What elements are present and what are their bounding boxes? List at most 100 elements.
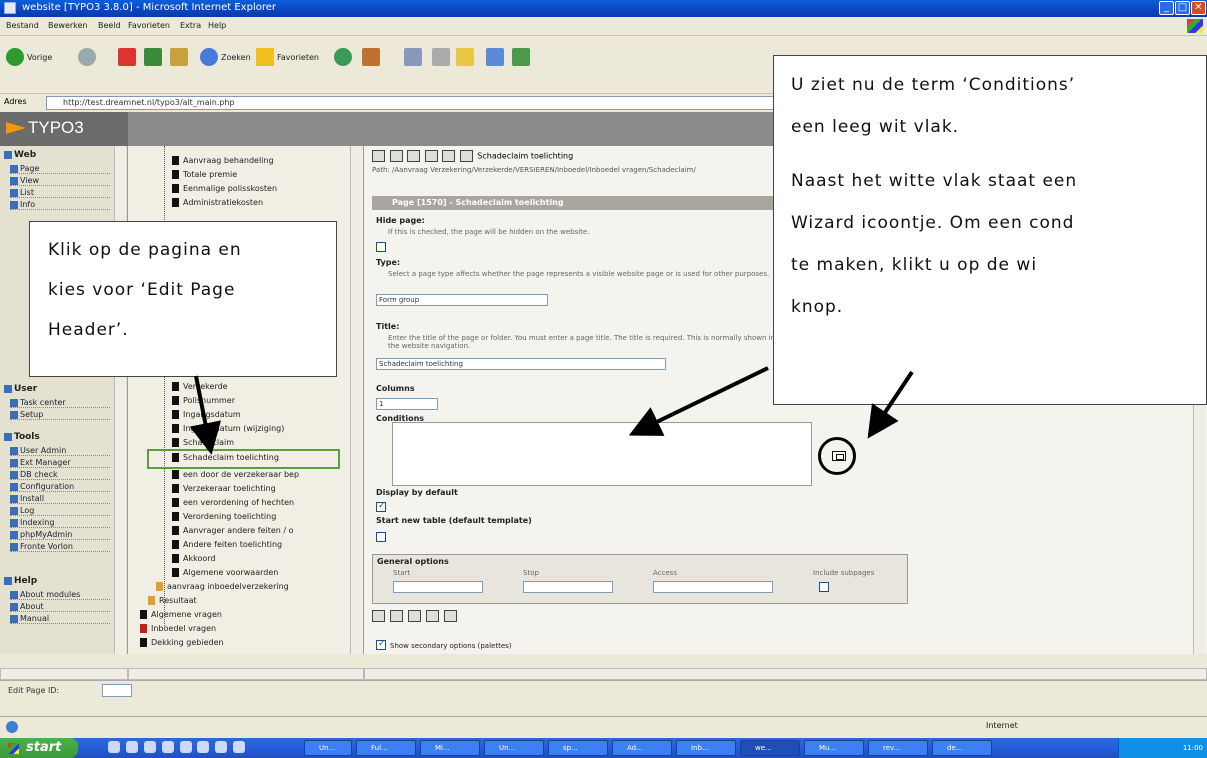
tree-item[interactable]: een door de verzekeraar bep bbox=[172, 470, 299, 479]
task-button[interactable]: sp... bbox=[548, 740, 608, 756]
home-button[interactable] bbox=[170, 46, 188, 68]
module-group-help[interactable]: Help bbox=[4, 576, 37, 586]
task-button[interactable]: Un... bbox=[484, 740, 544, 756]
tree-item[interactable]: Akkoord bbox=[172, 554, 215, 563]
module-fronte[interactable]: Fronte Vorlon bbox=[10, 542, 110, 552]
module-about[interactable]: About bbox=[10, 602, 110, 612]
menu-view[interactable]: Beeld bbox=[98, 21, 121, 30]
columns-input[interactable]: 1 bbox=[376, 398, 438, 410]
explorer-launch-icon[interactable] bbox=[125, 741, 138, 753]
secondary-options-checkbox[interactable] bbox=[376, 639, 386, 650]
page-tree-scrollbar[interactable] bbox=[350, 146, 362, 654]
stop-button[interactable] bbox=[118, 46, 136, 68]
save-view-bottom-icon[interactable] bbox=[389, 610, 403, 622]
close-bottom-icon[interactable] bbox=[425, 610, 439, 622]
tree-item[interactable]: aanvraag inboedelverzekering bbox=[156, 582, 289, 591]
undo-icon[interactable] bbox=[442, 150, 456, 162]
module-log[interactable]: Log bbox=[10, 506, 110, 516]
ie-launch-icon[interactable] bbox=[108, 741, 120, 753]
page-id-input[interactable] bbox=[102, 684, 132, 697]
tree-item[interactable]: Totale premie bbox=[172, 170, 237, 179]
tree-item[interactable]: Schadeclaim bbox=[172, 438, 234, 447]
save-doc-icon[interactable] bbox=[372, 150, 385, 162]
access-select[interactable] bbox=[653, 581, 773, 593]
menu-edit[interactable]: Bewerken bbox=[48, 21, 88, 30]
tree-item[interactable]: Administratiekosten bbox=[172, 198, 263, 207]
forward-button[interactable] bbox=[78, 46, 96, 68]
hide-page-checkbox[interactable] bbox=[376, 242, 386, 252]
tree-item[interactable]: Verzekeraar toelichting bbox=[172, 484, 276, 493]
module-ext-manager[interactable]: Ext Manager bbox=[10, 458, 110, 468]
module-setup[interactable]: Setup bbox=[10, 410, 110, 420]
task-button-active[interactable]: we... bbox=[740, 740, 800, 756]
maximize-button[interactable]: □ bbox=[1175, 1, 1190, 15]
conditions-textarea[interactable] bbox=[392, 422, 812, 486]
tree-item[interactable]: Andere feiten toelichting bbox=[172, 540, 282, 549]
wizard-icon[interactable] bbox=[832, 451, 846, 461]
mail-button[interactable] bbox=[362, 46, 380, 68]
messenger-button[interactable] bbox=[486, 46, 504, 68]
module-group-tools[interactable]: Tools bbox=[4, 432, 40, 442]
close-button[interactable]: ✕ bbox=[1191, 1, 1206, 15]
back-button[interactable]: Vorige bbox=[6, 46, 52, 68]
title-input[interactable]: Schadeclaim toelichting bbox=[376, 358, 666, 370]
refresh-button[interactable] bbox=[144, 46, 162, 68]
tree-item[interactable]: Ingangsdatum (wijziging) bbox=[172, 424, 284, 433]
save-close-icon[interactable] bbox=[407, 150, 421, 162]
tree-item[interactable]: Algemene voorwaarden bbox=[172, 568, 278, 577]
save-bottom-icon[interactable] bbox=[372, 610, 385, 622]
include-subpages-checkbox[interactable] bbox=[819, 582, 829, 592]
history-button[interactable] bbox=[334, 46, 352, 68]
tree-item[interactable]: Verordening toelichting bbox=[172, 512, 276, 521]
menu-help[interactable]: Help bbox=[208, 21, 226, 30]
module-info[interactable]: Info bbox=[10, 200, 110, 210]
type-select[interactable]: Form group bbox=[376, 294, 548, 306]
outlook-launch-icon[interactable] bbox=[143, 741, 156, 753]
desktop-launch-icon[interactable] bbox=[233, 741, 246, 753]
tree-item[interactable]: Ingangsdatum bbox=[172, 410, 241, 419]
menu-tools[interactable]: Extra bbox=[180, 21, 201, 30]
module-taskcenter[interactable]: Task center bbox=[10, 398, 110, 408]
tree-item[interactable]: Resultaat bbox=[148, 596, 197, 605]
print-button[interactable] bbox=[404, 46, 422, 68]
display-default-checkbox[interactable] bbox=[376, 501, 386, 512]
tree-item[interactable]: Inboedel vragen bbox=[140, 624, 216, 633]
module-configuration[interactable]: Configuration bbox=[10, 482, 110, 492]
address-input[interactable]: http://test.dreamnet.nl/typo3/alt_main.p… bbox=[46, 96, 806, 110]
module-group-web[interactable]: Web bbox=[4, 150, 36, 160]
task-button[interactable]: Un... bbox=[304, 740, 352, 756]
close-doc-icon[interactable] bbox=[424, 150, 438, 162]
module-list[interactable]: List bbox=[10, 188, 110, 198]
task-button[interactable]: Mi... bbox=[420, 740, 480, 756]
task-button[interactable]: Mu... bbox=[804, 740, 864, 756]
tree-item[interactable]: Aanvraag behandeling bbox=[172, 156, 274, 165]
tree-item[interactable]: Polisnummer bbox=[172, 396, 235, 405]
paint-launch-icon[interactable] bbox=[215, 741, 228, 753]
tree-item[interactable]: Algemene vragen bbox=[140, 610, 222, 619]
new-table-checkbox[interactable] bbox=[376, 532, 386, 542]
excel-launch-icon[interactable] bbox=[179, 741, 192, 753]
search-button[interactable]: Zoeken bbox=[200, 46, 251, 68]
tree-item[interactable]: Aanvrager andere feiten / o bbox=[172, 526, 294, 535]
media-launch-icon[interactable] bbox=[197, 741, 210, 753]
tree-item[interactable]: een verordening of hechten bbox=[172, 498, 294, 507]
folder-button[interactable] bbox=[456, 46, 474, 68]
module-manual[interactable]: Manual bbox=[10, 614, 110, 624]
module-about-modules[interactable]: About modules bbox=[10, 590, 110, 600]
module-phpmyadmin[interactable]: phpMyAdmin bbox=[10, 530, 110, 540]
stop-input[interactable] bbox=[523, 581, 613, 593]
word-launch-icon[interactable] bbox=[161, 741, 174, 753]
start-input[interactable] bbox=[393, 581, 483, 593]
task-button[interactable]: Ad... bbox=[612, 740, 672, 756]
module-db-check[interactable]: DB check bbox=[10, 470, 110, 480]
history-doc-icon[interactable] bbox=[459, 150, 473, 162]
module-page[interactable]: Page bbox=[10, 164, 110, 174]
users-button[interactable] bbox=[512, 46, 530, 68]
module-group-user[interactable]: User bbox=[4, 384, 37, 394]
favorites-button[interactable]: Favorieten bbox=[256, 46, 319, 68]
task-button[interactable]: Inb... bbox=[676, 740, 736, 756]
edit-button[interactable] bbox=[432, 46, 450, 68]
tree-item[interactable]: Dekking gebieden bbox=[140, 638, 224, 647]
tree-item[interactable]: Eenmalige polisskosten bbox=[172, 184, 277, 193]
undo-bottom-icon[interactable] bbox=[443, 610, 457, 622]
